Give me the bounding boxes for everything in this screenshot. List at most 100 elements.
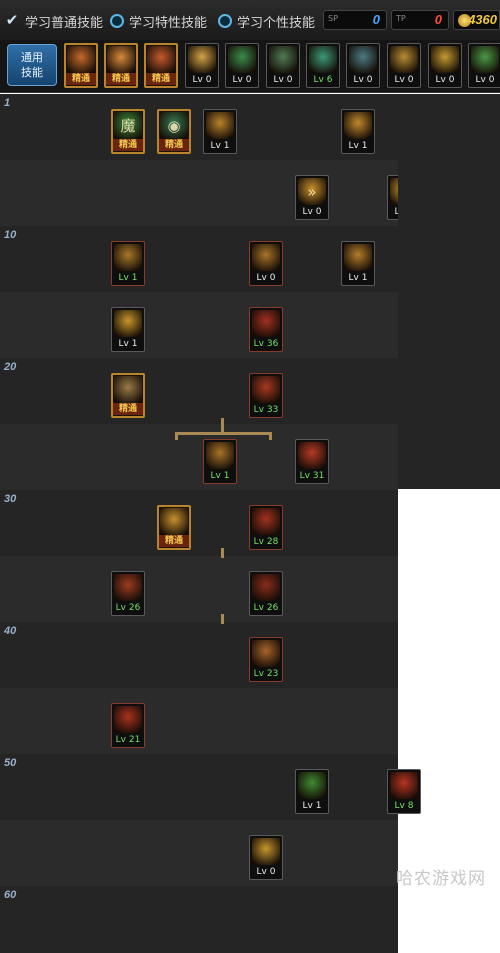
- skill-slot[interactable]: Lv 1: [203, 109, 237, 154]
- skill-slot[interactable]: Lv 26: [249, 571, 283, 616]
- skill-slot[interactable]: Lv 0: [346, 43, 380, 88]
- skill-slot[interactable]: Lv 36: [249, 307, 283, 352]
- skill-level: Lv 0: [232, 75, 252, 85]
- tree-connector: [269, 432, 272, 440]
- tier-label: 60: [4, 889, 17, 901]
- skill-level: Lv 23: [253, 669, 279, 679]
- skill-slot[interactable]: 魔精通: [111, 109, 145, 154]
- skill-slot[interactable]: Lv 0: [428, 43, 462, 88]
- skill-icon: [114, 244, 142, 271]
- radio-icon: [218, 14, 232, 28]
- tier-row: [0, 160, 398, 227]
- skill-slot[interactable]: Lv 1: [111, 241, 145, 286]
- skill-icon: »: [298, 178, 326, 205]
- skill-slot[interactable]: Lv 28: [249, 505, 283, 550]
- skill-level: Lv 0: [273, 75, 293, 85]
- skill-level: 精通: [66, 73, 96, 85]
- skill-level: Lv 0: [256, 273, 276, 283]
- skill-slot[interactable]: 精通: [64, 43, 98, 88]
- skill-level: 精通: [113, 139, 143, 151]
- skill-icon: [298, 772, 326, 799]
- skill-slot[interactable]: 精通: [144, 43, 178, 88]
- common-label-line2: 技能: [21, 66, 43, 79]
- skill-slot[interactable]: 精通: [104, 43, 138, 88]
- skill-slot[interactable]: Lv 21: [111, 703, 145, 748]
- common-skills-bar: 通用 技能 精通 精通 精通 Lv 0 Lv 0 Lv 0 Lv 6 Lv 0 Lv 0 Lv 0…: [0, 40, 500, 93]
- skill-level: Lv 1: [118, 339, 138, 349]
- skill-level: Lv 1: [348, 141, 368, 151]
- tree-connector: [175, 432, 178, 440]
- skill-level: 精通: [159, 139, 189, 151]
- tp-key: TP: [396, 14, 406, 23]
- skill-slot[interactable]: Lv 0: [225, 43, 259, 88]
- skill-icon: [298, 442, 326, 469]
- tree-connector: [221, 614, 224, 624]
- skill-slot[interactable]: Lv 0: [249, 241, 283, 286]
- skill-slot[interactable]: 精通: [157, 505, 191, 550]
- skill-mode-bar: ✔ 学习普通技能 学习特性技能 学习个性技能 SP 0 TP 0 4360: [0, 0, 500, 41]
- skill-icon: [67, 46, 95, 74]
- skill-icon: [188, 46, 216, 73]
- skill-glyph: »: [307, 183, 317, 201]
- mode-normal-label: 学习普通技能: [25, 15, 104, 31]
- skill-slot[interactable]: Lv 1: [111, 307, 145, 352]
- skill-slot[interactable]: » Lv 0: [295, 175, 329, 220]
- tier-row: 20: [0, 358, 398, 425]
- common-skills-label[interactable]: 通用 技能: [7, 44, 57, 86]
- mode-trait-option[interactable]: 学习特性技能: [110, 12, 207, 31]
- skill-level: Lv 31: [299, 471, 325, 481]
- skill-slot[interactable]: Lv 0: [387, 43, 421, 88]
- skill-icon: [252, 244, 280, 271]
- skill-level: Lv 0: [435, 75, 455, 85]
- watermark: 哈农游戏网: [396, 869, 486, 889]
- skill-icon: [228, 46, 256, 73]
- skill-level: 精通: [106, 73, 136, 85]
- check-icon: ✔: [5, 12, 19, 29]
- skill-level: Lv 6: [313, 75, 333, 85]
- skill-level: Lv 1: [118, 273, 138, 283]
- skill-slot[interactable]: Lv 1: [203, 439, 237, 484]
- skill-slot[interactable]: Lv 1: [341, 109, 375, 154]
- skill-icon: [349, 46, 377, 73]
- skill-slot[interactable]: Lv 1: [295, 769, 329, 814]
- skill-icon: [252, 640, 280, 667]
- skill-slot[interactable]: 精通: [111, 373, 145, 418]
- skill-slot[interactable]: Lv 1: [341, 241, 375, 286]
- skill-icon: [344, 244, 372, 271]
- skill-tree-extension: [398, 94, 500, 489]
- skill-icon: [160, 508, 188, 536]
- skill-level: Lv 1: [210, 471, 230, 481]
- skill-slot[interactable]: Lv 0: [185, 43, 219, 88]
- skill-slot[interactable]: Lv 0: [468, 43, 500, 88]
- skill-level: Lv 0: [256, 867, 276, 877]
- skill-slot[interactable]: Lv 0: [249, 835, 283, 880]
- skill-slot[interactable]: Lv 33: [249, 373, 283, 418]
- skill-level: Lv 1: [210, 141, 230, 151]
- skill-icon: [390, 46, 418, 73]
- tier-row: 50: [0, 754, 398, 821]
- skill-icon: [344, 112, 372, 139]
- skill-icon: [390, 772, 418, 799]
- tree-connector: [175, 432, 271, 435]
- skill-level: 精通: [159, 535, 189, 547]
- skill-icon: [252, 376, 280, 403]
- skill-level: Lv 26: [253, 603, 279, 613]
- coin-counter: 4360: [453, 10, 500, 30]
- skill-level: Lv 36: [253, 339, 279, 349]
- mode-normal-option[interactable]: ✔ 学习普通技能: [4, 12, 104, 31]
- skill-icon: [114, 706, 142, 733]
- skill-slot[interactable]: Lv 26: [111, 571, 145, 616]
- tier-row: [0, 556, 398, 623]
- mode-personal-option[interactable]: 学习个性技能: [218, 12, 315, 31]
- skill-slot[interactable]: Lv 0: [266, 43, 300, 88]
- skill-level: Lv 21: [115, 735, 141, 745]
- skill-slot[interactable]: Lv 8: [387, 769, 421, 814]
- skill-level: Lv 1: [302, 801, 322, 811]
- skill-slot[interactable]: Lv 31: [295, 439, 329, 484]
- skill-icon: [471, 46, 499, 73]
- skill-slot[interactable]: Lv 23: [249, 637, 283, 682]
- skill-icon: ◉: [160, 112, 188, 140]
- skill-slot[interactable]: Lv 6: [306, 43, 340, 88]
- radio-icon: [110, 14, 124, 28]
- skill-slot[interactable]: ◉ 精通: [157, 109, 191, 154]
